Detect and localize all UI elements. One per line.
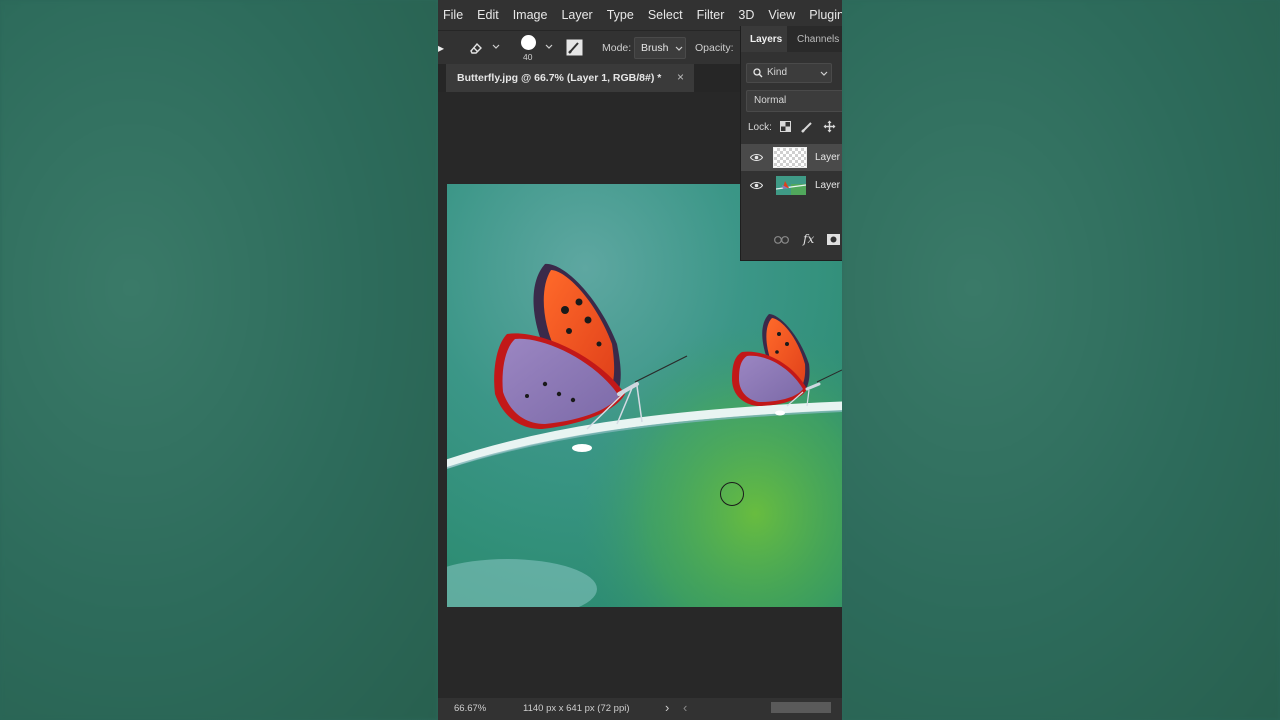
layer-name: Layer bbox=[815, 152, 841, 163]
menu-filter[interactable]: Filter bbox=[690, 8, 732, 22]
right-backdrop bbox=[842, 0, 1280, 720]
menu-plugins[interactable]: Plugins bbox=[802, 8, 842, 22]
document-tab[interactable]: Butterfly.jpg @ 66.7% (Layer 1, RGB/8#) … bbox=[446, 64, 694, 92]
status-info-arrow-icon[interactable]: › bbox=[665, 700, 669, 715]
layer-thumbnail-transparent bbox=[773, 147, 807, 168]
brush-preview-dot[interactable] bbox=[521, 35, 536, 50]
lock-label: Lock: bbox=[748, 122, 772, 133]
layer-thumbnail-image bbox=[776, 176, 806, 195]
kind-filter-dropdown[interactable]: Kind bbox=[746, 63, 832, 83]
add-mask-icon[interactable] bbox=[827, 234, 840, 245]
scroll-left-icon[interactable]: ‹ bbox=[683, 700, 687, 715]
mode-dropdown-value: Brush bbox=[641, 42, 669, 54]
document-tab-title: Butterfly.jpg @ 66.7% (Layer 1, RGB/8#) … bbox=[457, 72, 662, 84]
lock-transparent-pixels-icon[interactable] bbox=[780, 121, 791, 132]
eye-icon[interactable] bbox=[750, 181, 763, 190]
lock-position-icon[interactable] bbox=[823, 120, 836, 133]
layer-name: Layer bbox=[815, 180, 841, 191]
blend-mode-dropdown[interactable]: Normal bbox=[746, 90, 842, 112]
eye-icon[interactable] bbox=[750, 153, 763, 162]
layers-panel-footer: fx bbox=[741, 230, 842, 252]
photoshop-window: File Edit Image Layer Type Select Filter… bbox=[438, 0, 842, 720]
layers-panel-tabs: Layers Channels bbox=[741, 26, 842, 52]
lock-image-pixels-icon[interactable] bbox=[801, 120, 814, 133]
chevron-down-icon bbox=[675, 46, 683, 51]
opacity-label: Opacity: bbox=[695, 42, 734, 54]
brush-cursor bbox=[720, 482, 744, 506]
menu-edit[interactable]: Edit bbox=[470, 8, 506, 22]
mode-dropdown[interactable]: Brush bbox=[634, 37, 686, 59]
kind-filter-value: Kind bbox=[767, 67, 788, 78]
menu-image[interactable]: Image bbox=[506, 8, 555, 22]
menu-3d[interactable]: 3D bbox=[731, 8, 761, 22]
status-bar: 66.67% 1140 px x 641 px (72 ppi) › ‹ bbox=[438, 698, 842, 720]
tool-preset-chevron-icon[interactable] bbox=[492, 44, 500, 50]
eraser-tool-icon[interactable] bbox=[468, 40, 484, 56]
menu-view[interactable]: View bbox=[761, 8, 802, 22]
menu-file[interactable]: File bbox=[438, 8, 470, 22]
tab-layers-label: Layers bbox=[750, 34, 783, 45]
cursor-fragment-icon: ▸ bbox=[438, 41, 445, 55]
layer-style-fx-icon[interactable]: fx bbox=[803, 232, 814, 246]
layer-row[interactable]: Layer bbox=[741, 144, 842, 171]
tab-channels[interactable]: Channels bbox=[797, 34, 839, 45]
mode-label: Mode: bbox=[602, 42, 632, 54]
brush-picker-chevron-icon[interactable] bbox=[545, 44, 553, 50]
tab-layers[interactable]: Layers bbox=[741, 26, 787, 52]
link-layers-icon[interactable] bbox=[774, 236, 789, 244]
search-icon bbox=[753, 68, 763, 78]
menu-select[interactable]: Select bbox=[641, 8, 690, 22]
zoom-level[interactable]: 66.67% bbox=[454, 703, 486, 714]
menu-type[interactable]: Type bbox=[600, 8, 641, 22]
layers-panel: Layers Channels Kind Normal Lock: Layer … bbox=[740, 26, 842, 261]
close-icon[interactable]: × bbox=[677, 70, 684, 84]
chevron-down-icon bbox=[820, 71, 828, 76]
document-info: 1140 px x 641 px (72 ppi) bbox=[523, 703, 630, 714]
layer-row[interactable]: Layer bbox=[741, 172, 842, 199]
horizontal-scrollbar[interactable] bbox=[771, 702, 831, 713]
brush-settings-icon[interactable] bbox=[566, 39, 583, 56]
brush-size-value: 40 bbox=[523, 52, 533, 62]
left-backdrop bbox=[0, 0, 438, 720]
blend-mode-value: Normal bbox=[754, 95, 787, 106]
menu-layer[interactable]: Layer bbox=[554, 8, 599, 22]
